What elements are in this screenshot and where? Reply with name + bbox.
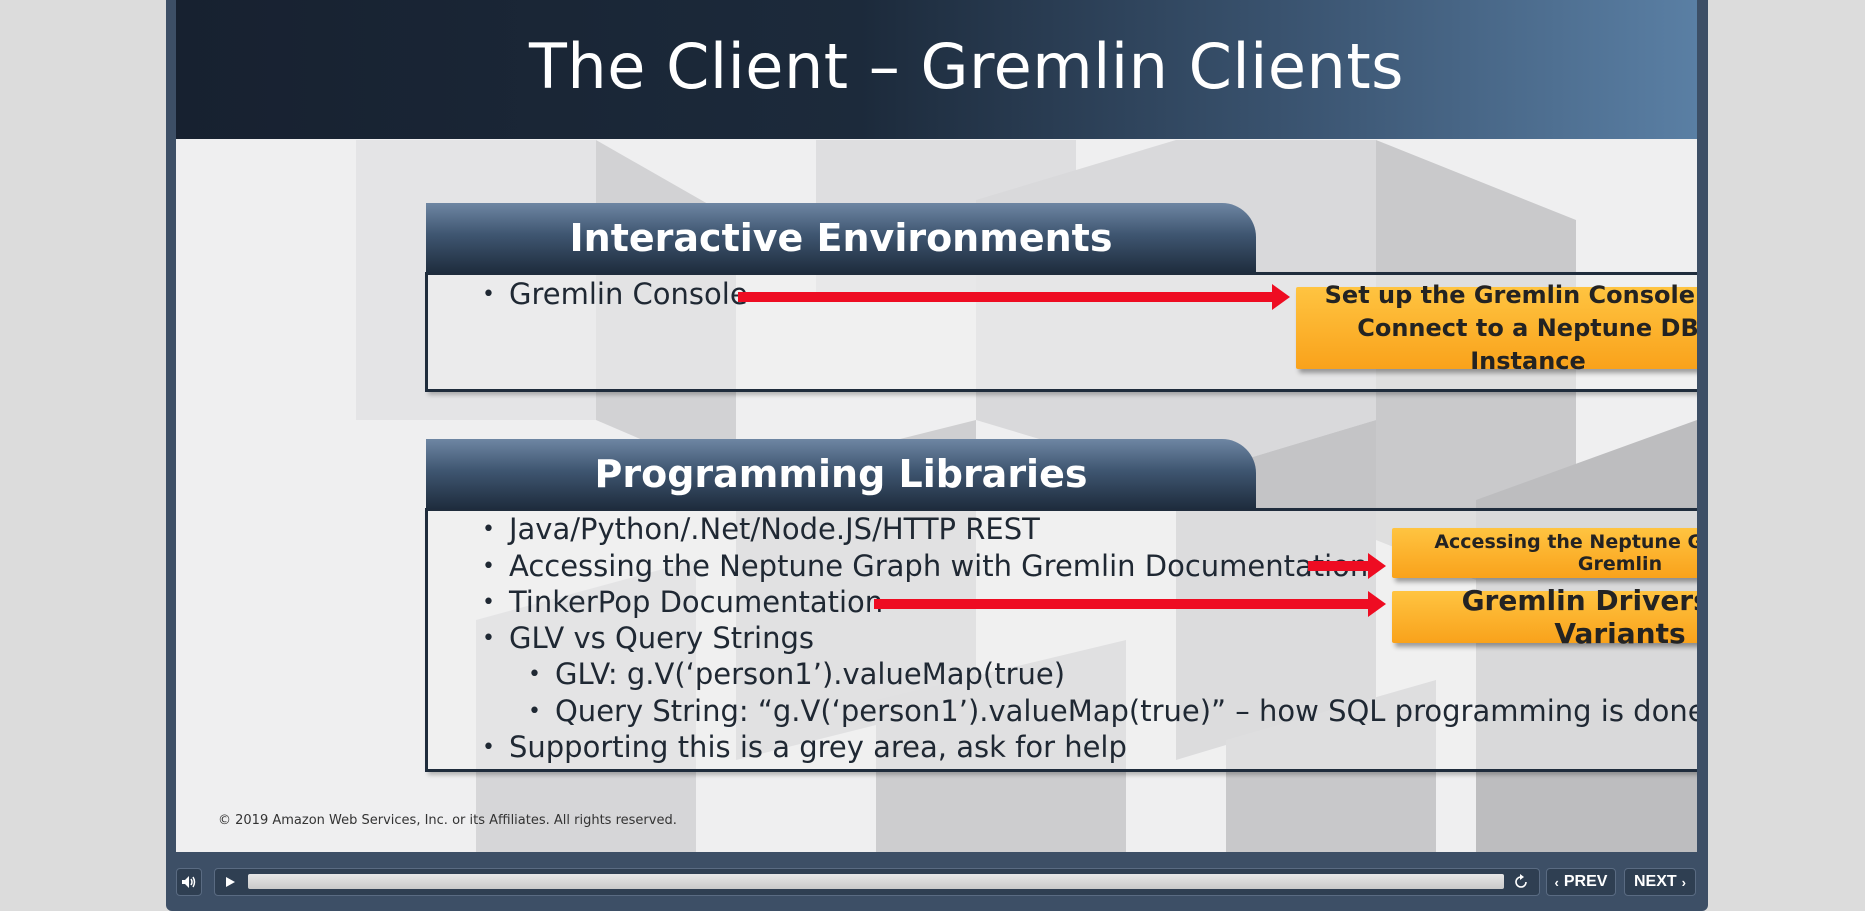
bullet-dot: • [482,553,495,579]
callout-gremlin-console-setup[interactable]: Set up the Gremlin Console to Connect to… [1296,281,1697,375]
arrow-console [738,284,1290,310]
prev-button[interactable]: ‹ PREV [1546,868,1616,896]
prev-label: PREV [1563,873,1608,890]
seek-bar[interactable] [248,874,1504,889]
bullet-gremlin-console: • Gremlin Console [482,277,748,311]
bullet-text: TinkerPop Documentation [508,585,884,619]
bullet-dot: • [528,698,541,724]
bullet-dot: • [482,281,495,307]
callout-text: Set up the Gremlin Console to Connect to… [1324,280,1697,375]
bullet-text: Accessing the Neptune Graph with Gremlin… [508,549,1369,583]
bullet-text: Query String: “g.V(‘person1’).valueMap(t… [554,694,1697,728]
title-bar: The Client – Gremlin Clients [176,0,1697,139]
bullet-neptune-docs: • Accessing the Neptune Graph with Greml… [482,549,1368,583]
bullet-languages: • Java/Python/.Net/Node.JS/HTTP REST [482,512,1040,546]
bullet-dot: • [482,734,495,760]
bullet-glv-example: • GLV: g.V(‘person1’).valueMap(true) [528,657,1065,691]
speaker-icon [182,876,196,888]
bullet-glv-vs-query: • GLV vs Query Strings [482,621,814,655]
bullet-text: Supporting this is a grey area, ask for … [508,730,1127,764]
play-icon [226,877,235,887]
next-label: NEXT [1633,873,1677,890]
bullet-query-string-example: • Query String: “g.V(‘person1’).valueMap… [528,694,1697,728]
programming-heading-text: Programming Libraries [594,452,1088,496]
bullet-tinkerpop-docs: • TinkerPop Documentation [482,585,883,619]
chevron-left-icon: ‹ [1554,874,1559,890]
bullet-text: Java/Python/.Net/Node.JS/HTTP REST [508,512,1040,546]
callout-text: Gremlin Drivers and Variants [1461,584,1697,650]
bullet-text: GLV: g.V(‘person1’).valueMap(true) [554,657,1066,691]
next-button[interactable]: NEXT › [1624,868,1696,896]
page-title: The Client – Gremlin Clients [529,30,1404,103]
replay-button[interactable] [1506,868,1536,896]
bullet-dot: • [482,625,495,651]
programming-section-heading: Programming Libraries [426,439,1256,509]
bullet-dot: • [482,516,495,542]
arrow-tinkerpop-docs [874,591,1386,617]
bullet-dot: • [482,589,495,615]
slide: The Client – Gremlin Clients Interactive… [176,0,1697,852]
volume-button[interactable] [176,868,202,896]
callout-neptune-graph-link[interactable]: Accessing the Neptune Graph with Gremlin [1392,528,1697,578]
interactive-section-heading: Interactive Environments [426,203,1256,273]
bullet-text: GLV vs Query Strings [508,621,814,655]
bullet-text: Gremlin Console [508,277,748,311]
replay-icon [1515,874,1527,888]
chevron-right-icon: › [1681,874,1686,890]
player-frame: The Client – Gremlin Clients Interactive… [166,0,1708,911]
arrow-neptune-docs [1308,553,1386,579]
callout-text: Accessing the Neptune Graph with Gremlin [1434,531,1697,575]
interactive-heading-text: Interactive Environments [569,216,1113,260]
callout-drivers-variants-link[interactable]: Gremlin Drivers and Variants [1392,584,1697,650]
bullet-support-note: • Supporting this is a grey area, ask fo… [482,730,1127,764]
bullet-dot: • [528,661,541,687]
copyright-text: © 2019 Amazon Web Services, Inc. or its … [218,813,677,828]
